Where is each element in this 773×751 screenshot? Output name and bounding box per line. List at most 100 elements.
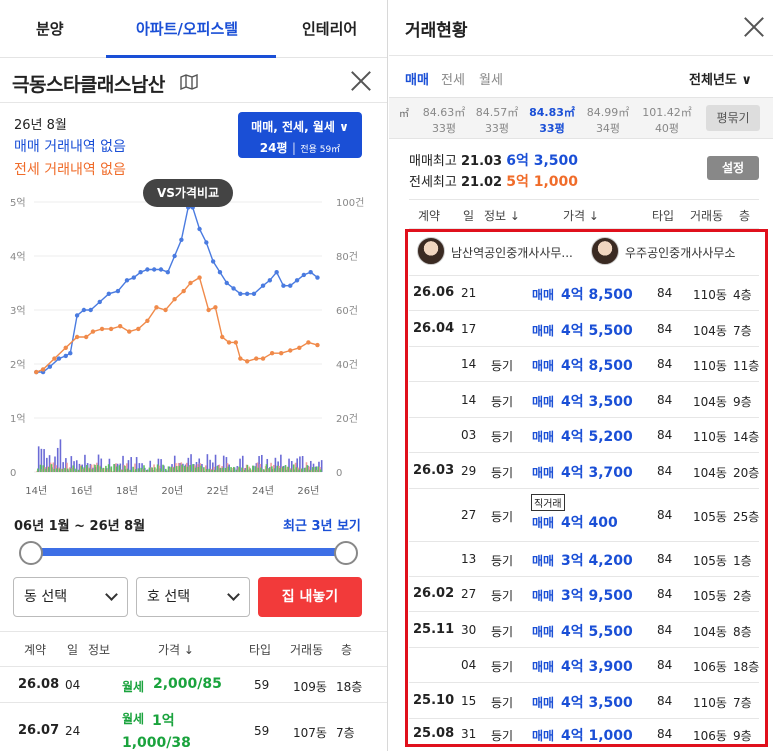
volume-bar: [175, 466, 178, 472]
tab-apartment-officetel[interactable]: 아파트/오피스텔: [136, 18, 238, 39]
volume-bar: [91, 469, 94, 472]
close-icon[interactable]: [743, 16, 765, 38]
date-range-slider[interactable]: [30, 548, 346, 556]
tab-interior[interactable]: 인테리어: [302, 18, 357, 39]
year-select[interactable]: 전체년도 ∨: [689, 69, 752, 88]
y-right-tick-label: 40건: [336, 359, 358, 371]
slider-end-handle[interactable]: [334, 541, 358, 565]
vs-compare-button[interactable]: VS가격비교: [143, 179, 233, 207]
tab-presale[interactable]: 분양: [36, 18, 64, 39]
data-point: [274, 270, 279, 275]
price-chart: 0 0 1억 20건 2억 40건 3억 60건 4억 80건 5억 100건 14년 16년 18년 20년…: [10, 197, 364, 497]
row-kind: 월세: [122, 680, 145, 694]
subtab-jeonse[interactable]: 전세: [441, 69, 465, 88]
volume-bar: [222, 467, 224, 472]
th-floor: 층: [341, 643, 353, 657]
jeonse-none-text: 전세 거래내역 없음: [14, 162, 126, 178]
volume-bar: [75, 468, 77, 472]
panel-title: 거래현황: [405, 21, 468, 41]
list-house-button[interactable]: 집 내놓기: [258, 577, 362, 617]
data-point: [154, 305, 159, 310]
volume-bar: [303, 467, 306, 472]
data-point: [206, 307, 211, 313]
volume-bar: [290, 469, 292, 472]
y-tick-label: 2억: [10, 359, 26, 371]
data-point: [297, 345, 302, 350]
x-tick-label: 26년: [297, 485, 319, 497]
th-price[interactable]: 가격 ↓: [563, 207, 599, 224]
data-point: [217, 270, 223, 275]
volume-bar: [192, 464, 194, 472]
data-point: [281, 283, 286, 288]
subtab-sale[interactable]: 매매: [405, 69, 429, 88]
recent-3-years-button[interactable]: 최근 3년 보기: [283, 515, 361, 534]
map-icon[interactable]: [180, 74, 198, 90]
volume-bar: [216, 466, 219, 472]
volume-bar: [94, 464, 96, 472]
volume-bar: [121, 469, 124, 472]
volume-bar: [265, 464, 268, 472]
data-point: [145, 267, 150, 272]
th-info[interactable]: 정보 ↓: [484, 207, 520, 224]
volume-bar: [292, 464, 295, 472]
area-option[interactable]: 84.57㎡ 33평: [474, 104, 520, 136]
volume-bar: [224, 467, 227, 472]
volume-bar: [96, 464, 99, 472]
settings-button[interactable]: 설정: [707, 156, 759, 180]
volume-bar: [115, 466, 118, 472]
volume-bar: [317, 466, 319, 472]
volume-bar: [45, 468, 47, 472]
volume-bar: [311, 467, 314, 472]
data-point: [238, 291, 243, 296]
ho-select[interactable]: 호 선택: [136, 577, 250, 617]
data-point: [244, 359, 250, 364]
data-point: [124, 278, 130, 283]
th-contract: 계약: [418, 209, 441, 223]
data-point: [188, 280, 193, 286]
data-point: [138, 270, 143, 275]
volume-bar: [243, 469, 246, 472]
data-point: [68, 351, 73, 356]
period-label: 26년 8월: [14, 118, 67, 133]
data-point: [97, 299, 102, 305]
subtab-monthly[interactable]: 월세: [479, 69, 503, 88]
top-tabs: 분양 아파트/오피스텔 인테리어: [0, 0, 387, 58]
row-day: 24: [65, 724, 81, 738]
volume-bar: [80, 466, 83, 472]
x-tick-label: 14년: [25, 485, 47, 497]
chevron-down-icon: [227, 588, 240, 601]
volume-bar: [273, 468, 276, 472]
trade-filter-button[interactable]: 매매, 전세, 월세 ∨ 24평 | 전용 59㎡: [238, 112, 362, 158]
area-option[interactable]: 84.99㎡ 34평: [585, 104, 631, 136]
y-tick-label: 0: [10, 468, 16, 479]
data-point: [301, 272, 307, 278]
data-point: [74, 313, 80, 318]
pyeong-group-button[interactable]: 평묶기: [706, 105, 760, 131]
volume-bar: [130, 457, 132, 472]
volume-bar: [205, 469, 208, 472]
volume-bar: [306, 465, 309, 472]
data-point: [172, 297, 177, 302]
area-option[interactable]: 101.42㎡ 40평: [641, 104, 693, 136]
data-point: [210, 259, 216, 264]
data-point: [197, 226, 202, 232]
th-type: 타입: [249, 643, 272, 657]
volume-bar: [67, 468, 69, 472]
volume-bar: [211, 469, 213, 472]
data-point: [108, 326, 114, 332]
th-price[interactable]: 가격 ↓: [158, 641, 194, 658]
volume-bar: [50, 464, 53, 472]
volume-bar: [86, 464, 88, 472]
area-option[interactable]: 84.63㎡ 33평: [421, 104, 467, 136]
row-ym: 26.07: [18, 723, 60, 738]
data-point: [308, 270, 313, 275]
volume-bar: [145, 469, 148, 472]
x-tick-label: 22년: [207, 485, 229, 497]
slider-start-handle[interactable]: [19, 541, 43, 565]
close-icon[interactable]: [350, 70, 372, 92]
volume-bar: [113, 464, 115, 472]
area-option-selected[interactable]: 84.83㎡ 33평: [529, 104, 575, 136]
data-point: [231, 286, 236, 291]
dong-select[interactable]: 동 선택: [13, 577, 128, 617]
volume-bar: [320, 469, 322, 472]
